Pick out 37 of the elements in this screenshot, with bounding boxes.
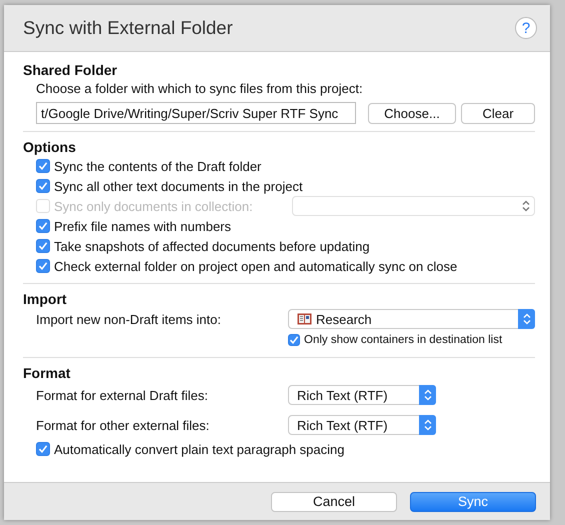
stepper-icon xyxy=(522,200,530,212)
checkbox[interactable] xyxy=(36,442,50,456)
dialog-button[interactable]: Cancel xyxy=(271,492,397,512)
clear-button[interactable]: Clear xyxy=(461,102,535,124)
checkbox-label[interactable]: Sync the contents of the Draft folder xyxy=(54,158,262,174)
choose-button[interactable]: Choose... xyxy=(368,102,456,124)
instruction-text: Choose a folder with which to sync files from this project: xyxy=(36,80,364,98)
section-heading: Shared Folder xyxy=(23,61,118,79)
checkbox[interactable] xyxy=(36,219,50,233)
stepper-icon xyxy=(424,389,432,401)
section-heading: Import xyxy=(23,290,68,308)
checkbox[interactable] xyxy=(36,259,50,273)
field-label: Format for external Draft files: xyxy=(36,388,209,402)
path-field[interactable]: t/Google Drive/Writing/Super/Scriv Super RTF Sync xyxy=(36,102,356,124)
stepper-icon xyxy=(522,313,530,325)
checkbox[interactable] xyxy=(36,179,50,193)
checkbox-label[interactable]: Prefix file names with numbers xyxy=(54,218,232,234)
section-heading: Options xyxy=(23,138,77,156)
notebook-icon xyxy=(297,313,312,325)
popup-value: Research xyxy=(316,312,372,326)
checkbox-label[interactable]: Automatically convert plain text paragraph spacing xyxy=(54,442,344,456)
stepper-icon xyxy=(424,419,432,431)
checkbox[interactable] xyxy=(36,159,50,173)
field-label: Format for other external files: xyxy=(36,418,210,432)
section-heading: Format xyxy=(23,364,72,382)
format-popup[interactable]: Rich Text (RTF) xyxy=(288,385,436,405)
checkbox-label[interactable]: Take snapshots of affected documents before updating xyxy=(54,238,370,254)
field-label: Import new non-Draft items into: xyxy=(36,312,222,326)
checkbox-label[interactable]: Check external folder on project open and automatically sync on close xyxy=(54,258,458,274)
format-popup[interactable]: Rich Text (RTF) xyxy=(288,415,436,435)
checkbox-label[interactable]: Sync all other text documents in the project xyxy=(54,178,303,194)
checkbox[interactable] xyxy=(288,334,300,346)
help-button[interactable]: ? xyxy=(515,17,537,39)
checkbox[interactable] xyxy=(36,239,50,253)
checkbox-label[interactable]: Only show containers in destination list xyxy=(304,334,502,346)
window-title: Sync with External Folder xyxy=(23,17,234,39)
destination-popup[interactable]: Research xyxy=(288,309,535,329)
